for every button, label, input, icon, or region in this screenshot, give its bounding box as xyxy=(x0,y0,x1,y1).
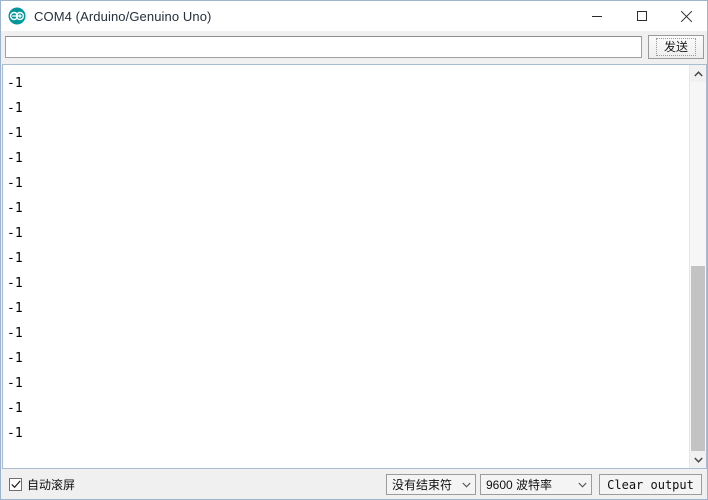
serial-output-line: -1 xyxy=(7,201,23,216)
line-ending-chevron xyxy=(457,482,475,488)
clear-output-label: Clear output xyxy=(607,477,694,492)
baud-rate-value: 9600 波特率 xyxy=(486,478,553,492)
serial-output-line: -1 xyxy=(7,126,23,141)
scroll-up-button[interactable] xyxy=(690,65,706,82)
serial-output-line: -1 xyxy=(7,426,23,441)
send-button[interactable]: 发送 xyxy=(648,35,704,59)
window-title: COM4 (Arduino/Genuino Uno) xyxy=(34,8,212,24)
line-ending-value: 没有结束符 xyxy=(392,478,453,492)
serial-output-line: -1 xyxy=(7,151,23,166)
send-button-label: 发送 xyxy=(655,38,696,56)
vertical-scrollbar[interactable] xyxy=(689,65,706,468)
maximize-icon xyxy=(636,11,647,21)
serial-output-line: -1 xyxy=(7,101,23,116)
serial-output-line: -1 xyxy=(7,401,23,416)
baud-rate-select[interactable]: 9600 波特率 xyxy=(480,474,592,495)
serial-output-line: -1 xyxy=(7,76,23,91)
autoscroll-checkbox[interactable]: 自动滚屏 xyxy=(9,476,75,493)
autoscroll-checkbox-box[interactable] xyxy=(9,478,22,491)
serial-output-line: -1 xyxy=(7,176,23,191)
serial-output-line: -1 xyxy=(7,351,23,366)
scroll-down-button[interactable] xyxy=(690,451,706,468)
serial-output-line: -1 xyxy=(7,376,23,391)
minimize-icon xyxy=(591,16,602,17)
close-button[interactable] xyxy=(664,1,707,31)
bottom-bar: 自动滚屏 没有结束符 9600 波特率 Clear output xyxy=(1,469,707,499)
chevron-down-icon xyxy=(693,456,703,463)
serial-output-line: -1 xyxy=(7,301,23,316)
serial-output-line: -1 xyxy=(7,326,23,341)
line-ending-select[interactable]: 没有结束符 xyxy=(386,474,476,495)
clear-output-button[interactable]: Clear output xyxy=(599,474,702,495)
serial-output-line: -1 xyxy=(7,226,23,241)
serial-output-line: -1 xyxy=(7,276,23,291)
serial-output-area[interactable]: -1 -1 -1 -1 -1 -1 -1 -1 -1 -1 -1 -1 -1 -1 -1 xyxy=(2,64,707,469)
window-controls xyxy=(574,1,707,31)
chevron-down-icon xyxy=(577,482,587,488)
close-icon xyxy=(680,10,693,22)
autoscroll-label: 自动滚屏 xyxy=(27,478,76,492)
minimize-button[interactable] xyxy=(574,1,619,31)
baud-rate-chevron xyxy=(573,482,591,488)
chevron-up-icon xyxy=(693,70,703,77)
send-row: 发送 xyxy=(1,31,707,63)
chevron-down-icon xyxy=(461,482,471,488)
serial-output-line: -1 xyxy=(7,251,23,266)
maximize-button[interactable] xyxy=(619,1,664,31)
checkmark-icon xyxy=(10,480,21,489)
serial-monitor-window: COM4 (Arduino/Genuino Uno) 发送 -1 -1 -1 -… xyxy=(0,0,708,500)
scrollbar-thumb[interactable] xyxy=(691,266,705,451)
title-bar: COM4 (Arduino/Genuino Uno) xyxy=(1,1,707,31)
serial-output-text: -1 -1 -1 -1 -1 -1 -1 -1 -1 -1 -1 -1 -1 -1 -1 xyxy=(3,65,689,468)
serial-send-input[interactable] xyxy=(5,36,642,58)
arduino-logo-icon xyxy=(8,7,26,25)
